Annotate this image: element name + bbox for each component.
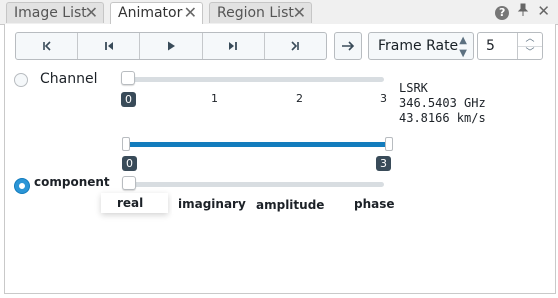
channel-tick: 2 [296,92,303,105]
reference-frame: LSRK [399,81,428,95]
frame-rate-stepper: ︿ ﹀ [517,33,542,59]
channel-value-badge: 0 [121,92,136,107]
component-slider-handle[interactable] [122,176,136,190]
velocity-value: 43.8166 km/s [399,111,486,125]
range-max-handle[interactable] [385,137,393,151]
close-icon[interactable]: ✕ [537,2,550,20]
arrow-right-icon [342,41,355,51]
range-min-handle[interactable] [122,137,130,151]
tab-region-list[interactable]: Region List ✕ [209,2,312,23]
component-slider-track[interactable] [124,182,384,187]
channel-slider-handle[interactable] [121,71,135,85]
animator-panel [4,24,556,294]
component-label: component [34,175,110,189]
last-frame-icon [291,41,300,51]
next-frame-icon [229,42,238,50]
component-option-real[interactable]: real [101,193,168,213]
previous-frame-button[interactable] [78,33,141,59]
range-slider-fill [126,142,389,147]
spectral-info: LSRK 346.5403 GHz 43.8166 km/s [399,81,486,126]
component-option-phase[interactable]: phase [338,194,423,214]
component-option-amplitude[interactable]: amplitude [250,195,333,215]
component-option-imaginary[interactable]: imaginary [172,194,248,214]
channel-label: Channel [40,71,98,87]
play-icon [168,41,175,51]
channel-tick: 3 [380,92,387,105]
play-button[interactable] [140,33,203,59]
window-controls: ? ✕ [491,2,550,20]
frame-mode-select[interactable]: Frame Rate ▲ ▼ [368,32,474,60]
tab-label: Image List [14,5,87,21]
close-icon[interactable]: ✕ [293,3,306,23]
arrow-right-button[interactable] [334,32,362,60]
tab-animator[interactable]: Animator ✕ [110,2,203,25]
channel-slider-track[interactable] [128,77,384,82]
first-frame-icon [42,41,51,51]
channel-tick: 1 [211,92,218,105]
channel-radio[interactable] [14,73,28,87]
chevron-up-icon[interactable]: ︿ [518,33,542,47]
frequency-value: 346.5403 GHz [399,96,486,110]
frame-rate-input[interactable]: 5 ︿ ﹀ [477,32,543,60]
first-frame-button[interactable] [16,33,79,59]
playback-button-group [15,32,327,60]
help-icon[interactable]: ? [495,6,510,20]
double-caret-icon: ▲ ▼ [459,35,467,59]
frame-rate-value: 5 [486,38,495,54]
close-icon[interactable]: ✕ [85,3,98,23]
tab-image-list[interactable]: Image List ✕ [6,2,104,23]
tab-label: Animator [118,5,183,21]
range-min-badge: 0 [122,156,137,171]
next-frame-button[interactable] [203,33,265,59]
frame-mode-value: Frame Rate [378,38,459,54]
chevron-down-icon[interactable]: ﹀ [518,47,542,60]
range-max-badge: 3 [376,156,391,171]
last-frame-button[interactable] [265,33,326,59]
pin-icon[interactable] [517,3,533,20]
component-radio[interactable] [15,179,29,193]
tab-bar: Image List ✕ Animator ✕ Region List ✕ ? … [0,0,558,25]
tab-label: Region List [217,5,294,21]
previous-frame-icon [104,42,113,50]
close-icon[interactable]: ✕ [184,3,197,23]
